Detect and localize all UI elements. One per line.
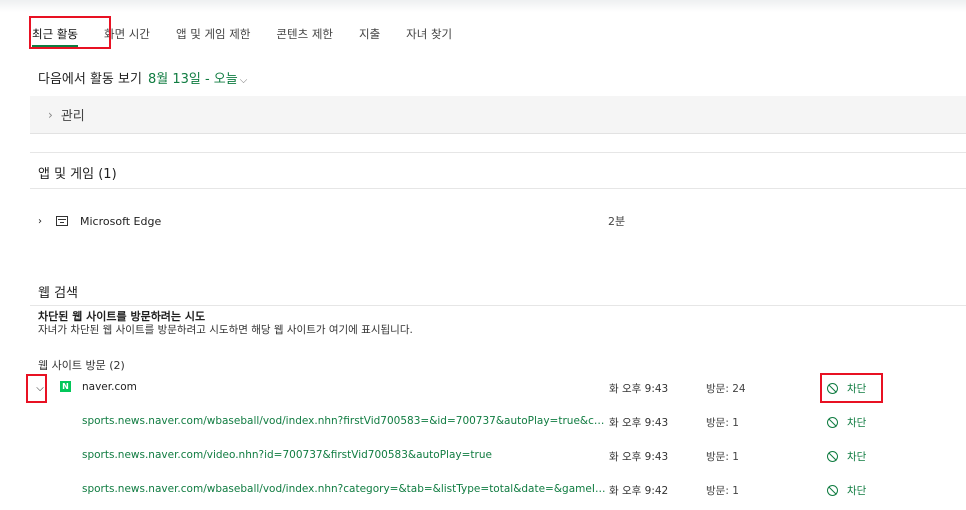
- divider: [30, 305, 966, 306]
- visit-time: 화 오후 9:43: [609, 383, 669, 395]
- apps-games-title: 앱 및 게임 (1): [38, 167, 117, 182]
- browser-window-icon: [56, 216, 68, 226]
- block-button[interactable]: 차단: [827, 415, 866, 430]
- subpage-row: sports.news.naver.com/wbaseball/vod/inde…: [0, 412, 966, 432]
- top-shade: [0, 0, 966, 12]
- tab-find-child[interactable]: 자녀 찾기: [406, 26, 452, 42]
- website-visits-header: 웹 사이트 방문 (2): [38, 359, 125, 372]
- date-range-dropdown[interactable]: 8월 13일 - 오늘: [148, 72, 238, 87]
- block-icon: [827, 485, 838, 496]
- block-button[interactable]: 차단: [827, 483, 866, 498]
- manage-expander[interactable]: › 관리: [30, 96, 966, 134]
- block-button[interactable]: 차단: [827, 449, 866, 464]
- block-label: 차단: [847, 417, 867, 429]
- visit-count: 방문: 1: [706, 417, 739, 429]
- block-icon: [827, 451, 838, 462]
- tab-content-restrictions[interactable]: 콘텐츠 제한: [276, 26, 333, 42]
- highlight-box-collapse: [26, 374, 47, 403]
- web-browsing-title: 웹 검색: [38, 286, 79, 301]
- app-row-microsoft-edge[interactable]: › Microsoft Edge 2분: [38, 211, 938, 231]
- block-icon: [827, 417, 838, 428]
- tab-spending[interactable]: 지출: [359, 26, 380, 42]
- view-activity-by: 다음에서 활동 보기 8월 13일 - 오늘 ⌵: [38, 68, 247, 87]
- blocked-attempts-description: 자녀가 차단된 웹 사이트를 방문하려고 시도하면 해당 웹 사이트가 여기에 …: [38, 324, 413, 336]
- highlight-box-active-tab: [29, 16, 111, 49]
- subpage-url-link[interactable]: sports.news.naver.com/wbaseball/vod/inde…: [82, 483, 606, 495]
- site-domain: naver.com: [82, 381, 137, 393]
- subpage-row: sports.news.naver.com/video.nhn?id=70073…: [0, 446, 966, 466]
- visit-time: 화 오후 9:43: [609, 417, 669, 429]
- block-label: 차단: [847, 451, 867, 463]
- visit-time: 화 오후 9:42: [609, 485, 669, 497]
- divider: [30, 188, 966, 189]
- expand-chevron-icon[interactable]: ›: [38, 216, 56, 227]
- visit-count: 방문: 1: [706, 485, 739, 497]
- highlight-box-block: [820, 373, 883, 403]
- visit-time: 화 오후 9:43: [609, 451, 669, 463]
- block-label: 차단: [847, 485, 867, 497]
- visit-count: 방문: 24: [706, 383, 746, 395]
- naver-favicon: N: [60, 381, 71, 392]
- subpage-row: sports.news.naver.com/wbaseball/vod/inde…: [0, 480, 966, 500]
- chevron-right-icon: ›: [48, 107, 53, 122]
- divider: [30, 152, 966, 153]
- app-duration: 2분: [608, 215, 626, 228]
- subpage-url-link[interactable]: sports.news.naver.com/wbaseball/vod/inde…: [82, 415, 606, 427]
- tab-app-game-limits[interactable]: 앱 및 게임 제한: [176, 26, 250, 42]
- visit-count: 방문: 1: [706, 451, 739, 463]
- chevron-down-icon: ⌵: [239, 75, 248, 86]
- view-by-label: 다음에서 활동 보기: [38, 72, 142, 87]
- app-name: Microsoft Edge: [80, 214, 162, 228]
- subpage-url-link[interactable]: sports.news.naver.com/video.nhn?id=70073…: [82, 449, 606, 461]
- manage-label: 관리: [60, 109, 85, 124]
